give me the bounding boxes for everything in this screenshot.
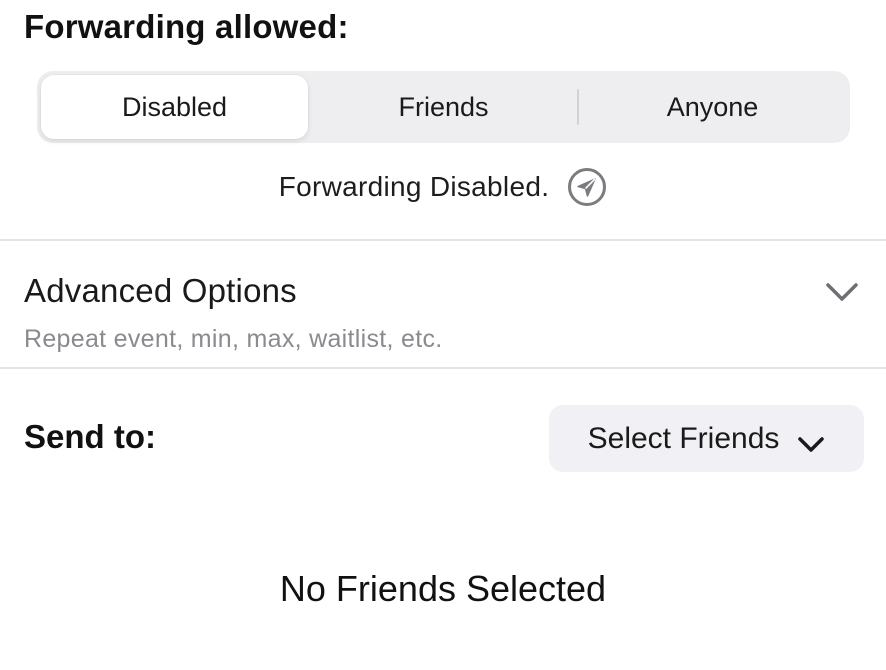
send-to-label: Send to: <box>24 418 156 455</box>
advanced-options-subtitle: Repeat event, min, max, waitlist, etc. <box>24 325 443 353</box>
forwarding-segmented-control: Disabled Friends Anyone <box>37 71 850 143</box>
forwarding-status-text: Forwarding Disabled. <box>278 171 550 202</box>
chevron-down-icon <box>797 429 825 452</box>
segment-friends[interactable]: Friends <box>310 75 577 139</box>
select-friends-button[interactable]: Select Friends <box>549 405 864 472</box>
paper-plane-circle-icon <box>567 167 607 207</box>
chevron-down-icon[interactable] <box>824 278 860 306</box>
segment-disabled[interactable]: Disabled <box>41 75 308 139</box>
divider-top <box>0 239 886 241</box>
divider-bottom <box>0 367 886 369</box>
no-friends-selected-text: No Friends Selected <box>279 568 607 609</box>
forwarding-status: Forwarding Disabled. <box>0 166 886 208</box>
advanced-options-title[interactable]: Advanced Options <box>24 272 297 310</box>
event-settings-page: Forwarding allowed: Disabled Friends Any… <box>0 0 886 670</box>
segment-anyone[interactable]: Anyone <box>579 75 846 139</box>
forwarding-allowed-title: Forwarding allowed: <box>24 8 349 45</box>
select-friends-label: Select Friends <box>587 421 780 455</box>
